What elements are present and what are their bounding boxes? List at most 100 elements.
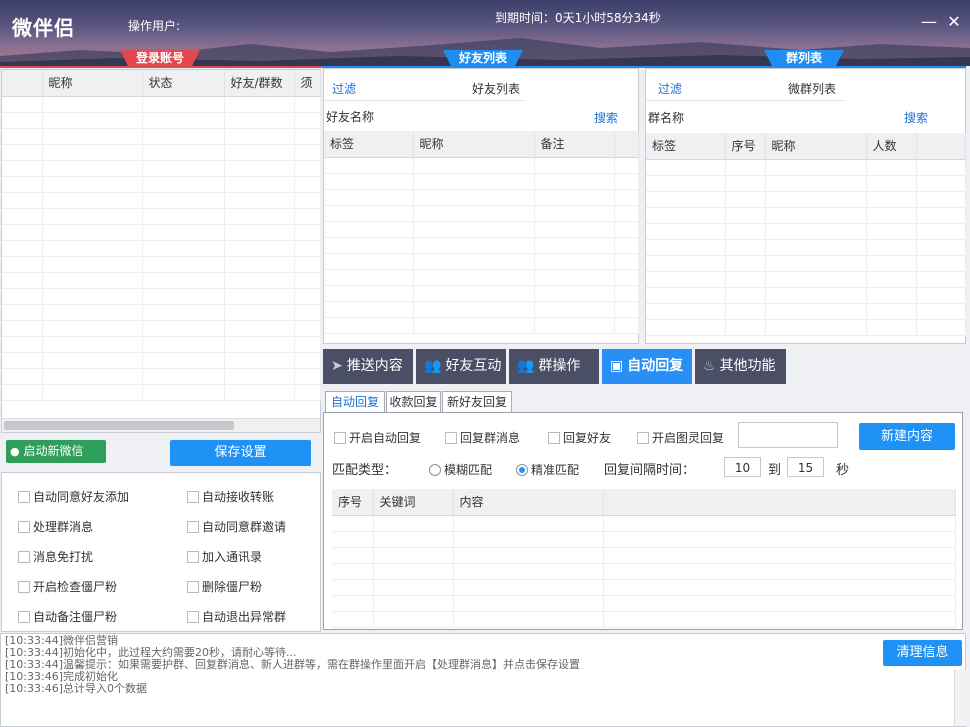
option-check-zombie[interactable]: 开启检查僵尸粉 (18, 578, 117, 595)
tab-other-functions[interactable]: ♨ 其他功能 (695, 349, 786, 384)
scrollbar-thumb[interactable] (4, 421, 234, 430)
table-row[interactable] (2, 384, 321, 401)
friends-list-tab[interactable]: 好友列表 (472, 80, 520, 97)
table-row[interactable] (2, 240, 321, 257)
table-row[interactable] (324, 205, 639, 222)
subtab-new-friend-reply[interactable]: 新好友回复 (442, 391, 512, 412)
table-row[interactable] (324, 317, 639, 334)
table-row[interactable] (324, 221, 639, 238)
horizontal-scrollbar[interactable] (2, 418, 320, 432)
friends-filter-tab[interactable]: 过滤 (332, 80, 356, 97)
table-row[interactable] (646, 239, 966, 256)
table-row[interactable] (2, 352, 321, 369)
checkbox[interactable] (548, 432, 560, 444)
checkbox[interactable] (187, 551, 199, 563)
groups-table[interactable]: 标签 序号 昵称 人数 (646, 133, 966, 336)
check-reply-friend[interactable]: 回复好友 (548, 429, 611, 446)
table-row[interactable] (2, 272, 321, 289)
radio-selected[interactable] (516, 464, 528, 476)
table-row[interactable] (332, 531, 956, 548)
checkbox[interactable] (334, 432, 346, 444)
new-content-button[interactable]: 新建内容 (859, 423, 955, 450)
table-row[interactable] (324, 253, 639, 270)
tab-friend-interaction[interactable]: 👥 好友互动 (416, 349, 506, 384)
table-row[interactable] (2, 208, 321, 225)
check-turing-reply[interactable]: 开启图灵回复 (637, 429, 724, 446)
table-row[interactable] (324, 285, 639, 302)
check-reply-group[interactable]: 回复群消息 (445, 429, 520, 446)
reply-rules-table[interactable]: 序号 关键词 内容 (332, 489, 956, 628)
tab-auto-reply[interactable]: ▣ 自动回复 (602, 349, 692, 384)
table-row[interactable] (2, 304, 321, 321)
checkbox[interactable] (445, 432, 457, 444)
table-row[interactable] (332, 547, 956, 564)
subtab-payment-reply[interactable]: 收款回复 (386, 391, 441, 412)
table-row[interactable] (324, 237, 639, 254)
table-row[interactable] (332, 515, 956, 532)
table-row[interactable] (324, 173, 639, 190)
table-row[interactable] (332, 579, 956, 596)
table-row[interactable] (2, 160, 321, 177)
table-row[interactable] (332, 611, 956, 628)
option-delete-zombie[interactable]: 删除僵尸粉 (187, 578, 262, 595)
table-row[interactable] (2, 144, 321, 161)
checkbox[interactable] (187, 521, 199, 533)
table-row[interactable] (646, 319, 966, 336)
checkbox[interactable] (18, 521, 30, 533)
table-row[interactable] (2, 192, 321, 209)
option-auto-accept-group-invite[interactable]: 自动同意群邀请 (187, 518, 286, 535)
table-row[interactable] (2, 128, 321, 145)
friends-table[interactable]: 标签 昵称 备注 (324, 131, 639, 334)
table-row[interactable] (2, 256, 321, 273)
groups-filter-tab[interactable]: 过滤 (658, 80, 682, 97)
table-row[interactable] (2, 336, 321, 353)
option-handle-group-msg[interactable]: 处理群消息 (18, 518, 93, 535)
accounts-table[interactable]: 昵称 状态 好友/群数 须 (2, 70, 321, 401)
table-row[interactable] (646, 287, 966, 304)
radio[interactable] (429, 464, 441, 476)
checkbox[interactable] (18, 611, 30, 623)
checkbox[interactable] (187, 581, 199, 593)
table-row[interactable] (646, 207, 966, 224)
table-row[interactable] (2, 320, 321, 337)
radio-exact-match[interactable]: 精准匹配 (516, 461, 579, 478)
interval-from-input[interactable]: 10 (724, 457, 761, 477)
table-row[interactable] (646, 271, 966, 288)
table-row[interactable] (2, 224, 321, 241)
checkbox[interactable] (187, 491, 199, 503)
checkbox[interactable] (187, 611, 199, 623)
option-auto-receive-transfer[interactable]: 自动接收转账 (187, 488, 274, 505)
table-row[interactable] (646, 191, 966, 208)
table-row[interactable] (332, 595, 956, 612)
option-remark-zombie[interactable]: 自动备注僵尸粉 (18, 608, 117, 625)
table-row[interactable] (646, 255, 966, 272)
table-row[interactable] (324, 189, 639, 206)
table-row[interactable] (324, 157, 639, 174)
checkbox[interactable] (18, 581, 30, 593)
start-wechat-button[interactable]: ● 启动新微信 (6, 440, 106, 463)
option-add-contacts[interactable]: 加入通讯录 (187, 548, 262, 565)
table-row[interactable] (2, 112, 321, 129)
tab-group-operations[interactable]: 👥 群操作 (509, 349, 599, 384)
table-row[interactable] (2, 96, 321, 113)
table-row[interactable] (2, 288, 321, 305)
checkbox[interactable] (18, 491, 30, 503)
table-row[interactable] (2, 176, 321, 193)
groups-search-button[interactable]: 搜索 (904, 109, 928, 126)
clear-log-button[interactable]: 清理信息 (883, 640, 962, 666)
checkbox[interactable] (18, 551, 30, 563)
table-row[interactable] (332, 563, 956, 580)
table-row[interactable] (324, 269, 639, 286)
checkbox[interactable] (637, 432, 649, 444)
log-scrollbar[interactable] (954, 670, 966, 726)
interval-to-input[interactable]: 15 (787, 457, 824, 477)
close-icon[interactable]: ✕ (945, 12, 963, 31)
table-row[interactable] (324, 301, 639, 318)
option-auto-accept-friend[interactable]: 自动同意好友添加 (18, 488, 129, 505)
table-row[interactable] (2, 368, 321, 385)
subtab-auto-reply[interactable]: 自动回复 (325, 391, 385, 413)
save-settings-button[interactable]: 保存设置 (170, 440, 311, 466)
tab-push-content[interactable]: ➤ 推送内容 (323, 349, 413, 384)
radio-fuzzy-match[interactable]: 模糊匹配 (429, 461, 492, 478)
table-row[interactable] (646, 175, 966, 192)
